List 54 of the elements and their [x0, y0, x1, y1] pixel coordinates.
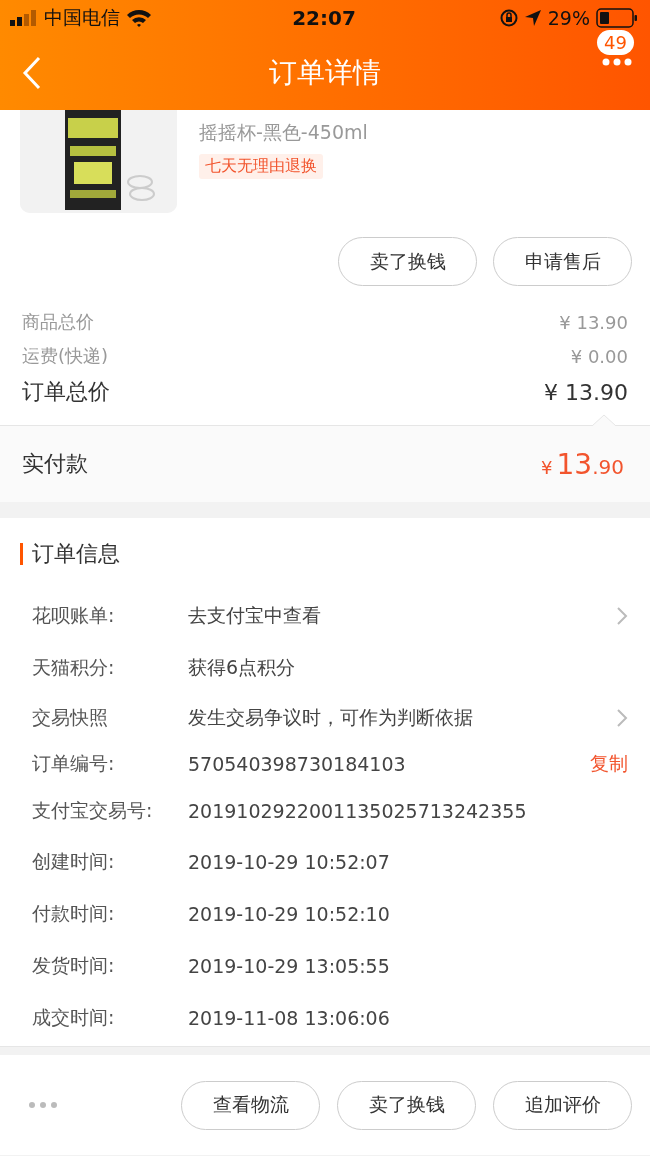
info-value: 发生交易争议时，可作为判断依据 [188, 705, 474, 730]
info-label: 创建时间: [32, 849, 116, 874]
info-label: 发货时间: [32, 953, 116, 978]
info-label: 天猫积分: [32, 655, 116, 680]
location-arrow-icon [523, 9, 542, 27]
info-value: 去支付宝中查看 [188, 603, 322, 628]
action-button[interactable]: 追加评价 [493, 1080, 632, 1130]
carrier-name: 中国电信 [44, 5, 120, 30]
back-icon [22, 56, 42, 90]
info-label: 交易快照 [32, 705, 109, 730]
currency-sign: ¥ [541, 456, 553, 478]
amount-decimal: .90 [592, 454, 624, 479]
more-icon [28, 1101, 58, 1109]
return-policy-tag: 七天无理由退换 [199, 154, 323, 179]
wifi-icon [126, 9, 152, 27]
paid-label: 实付款 [22, 450, 88, 478]
price-value: ¥ 0.00 [570, 345, 628, 367]
more-options-button[interactable] [28, 1101, 58, 1109]
action-button[interactable]: 卖了换钱 [338, 237, 477, 286]
back-button[interactable] [22, 56, 42, 90]
notification-badge: 49 [597, 30, 634, 55]
action-button[interactable]: 申请售后 [493, 237, 632, 286]
price-value: ¥ 13.90 [544, 379, 628, 405]
info-value: 2019-11-08 13:06:06 [188, 1007, 391, 1029]
signal-icon [10, 10, 38, 26]
section-title: 订单信息 [32, 540, 120, 568]
info-label: 成交时间: [32, 1005, 116, 1030]
info-value: 2019-10-29 13:05:55 [188, 955, 391, 977]
price-label: 商品总价 [22, 310, 94, 334]
info-value: 2019-10-29 10:52:10 [188, 903, 391, 925]
more-icon [602, 58, 632, 66]
more-button[interactable] [602, 58, 632, 66]
price-label: 运费(快递) [22, 344, 109, 368]
info-label: 付款时间: [32, 901, 116, 926]
info-value: 2019102922001135025713242355 [188, 800, 528, 822]
info-value: 获得6点积分 [188, 655, 297, 680]
info-value: 570540398730184103 [188, 753, 407, 775]
amount-integer: 13 [556, 447, 593, 481]
rotation-lock-icon [499, 9, 518, 27]
battery-icon [596, 8, 638, 28]
info-label: 支付宝交易号: [32, 798, 154, 823]
status-time: 22:07 [292, 6, 356, 30]
product-spec: 摇摇杯-黑色-450ml [199, 120, 368, 145]
chevron-right-icon[interactable] [616, 708, 628, 728]
info-value: 2019-10-29 10:52:07 [188, 851, 391, 873]
info-label: 花呗账单: [32, 603, 116, 628]
action-button[interactable]: 卖了换钱 [337, 1080, 476, 1130]
page-title: 订单详情 [269, 56, 381, 89]
chevron-right-icon[interactable] [616, 606, 628, 626]
price-label: 订单总价 [22, 378, 110, 406]
battery-percent: 29% [547, 7, 590, 29]
info-label: 订单编号: [32, 751, 116, 776]
price-value: ¥ 13.90 [559, 311, 628, 333]
action-button[interactable]: 查看物流 [181, 1080, 320, 1130]
